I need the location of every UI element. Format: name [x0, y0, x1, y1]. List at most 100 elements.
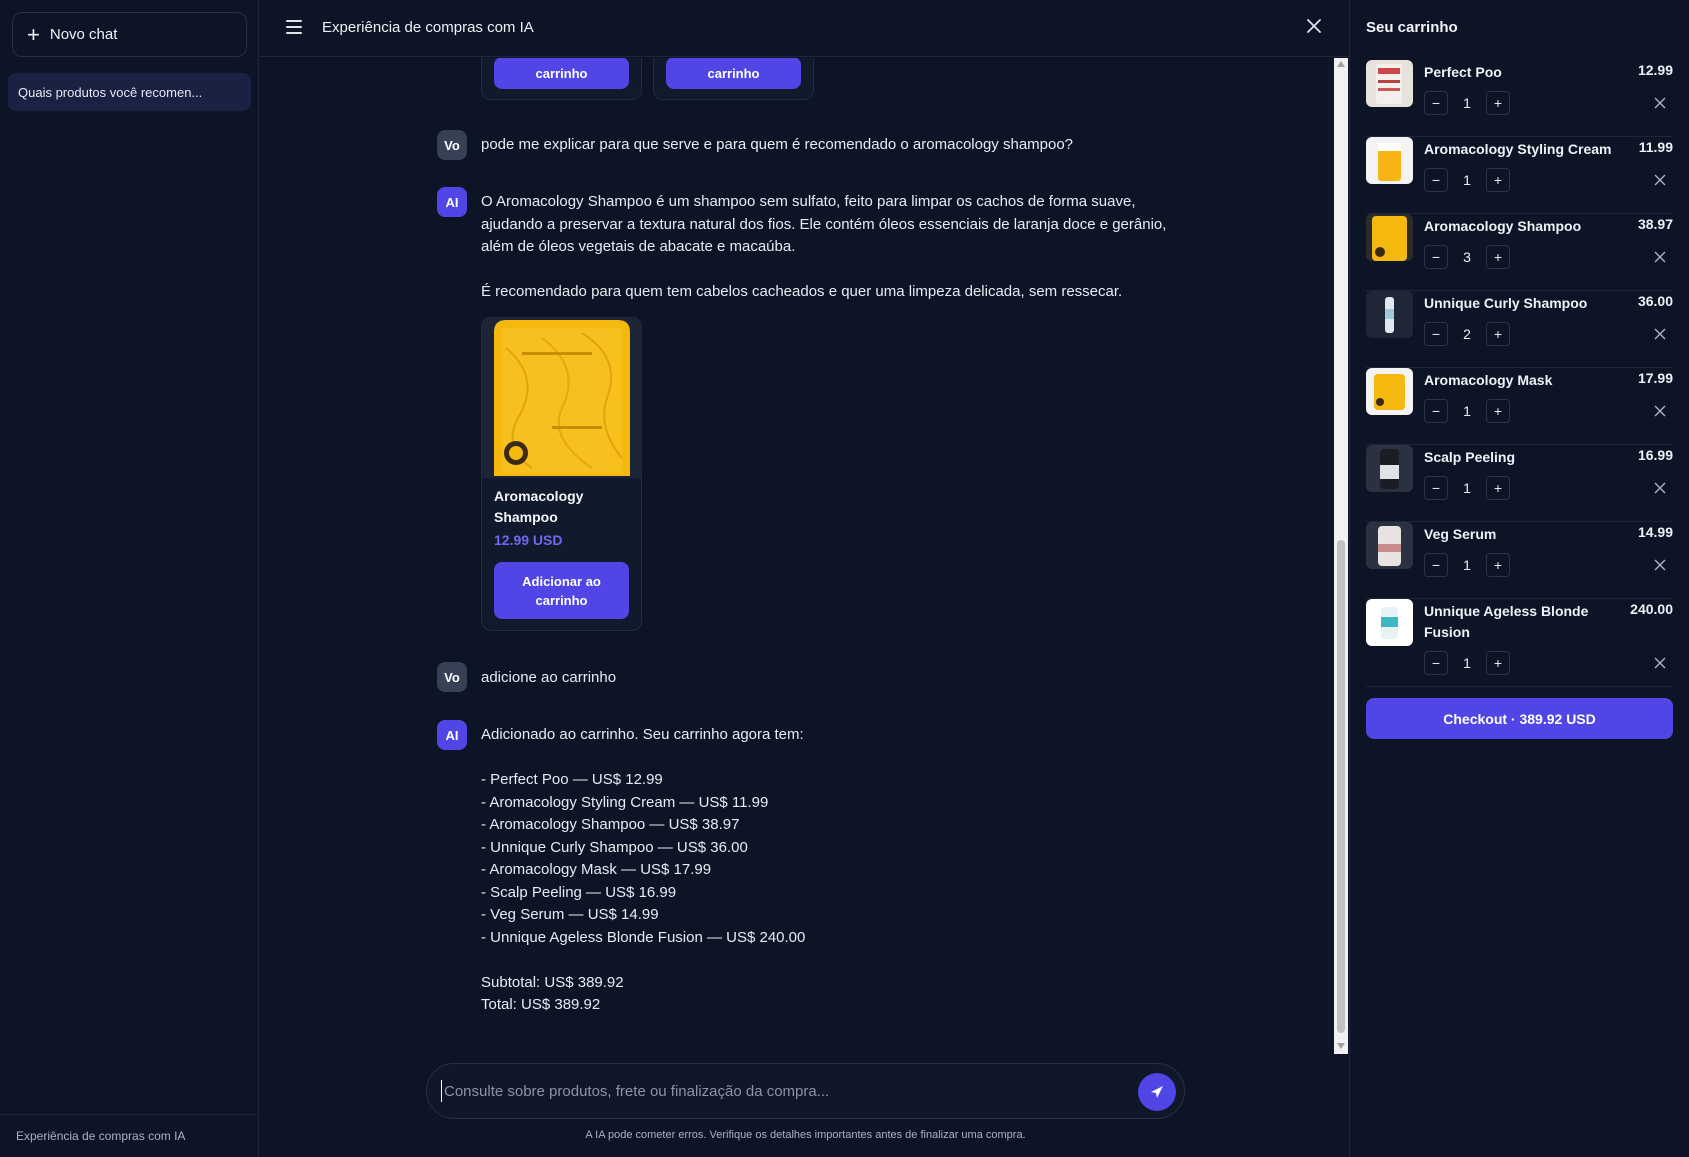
- cart-list-line: - Aromacology Mask — US$ 17.99: [481, 861, 712, 878]
- quantity-value: 1: [1463, 557, 1471, 573]
- decrement-button[interactable]: −: [1424, 168, 1448, 192]
- cart-item: Scalp Peeling 16.99 − 1 +: [1366, 445, 1673, 522]
- increment-button[interactable]: +: [1486, 399, 1510, 423]
- product-thumbnail: [1366, 291, 1413, 338]
- total-line: Total: US$ 389.92: [481, 996, 601, 1013]
- checkout-button[interactable]: Checkout · 389.92 USD: [1366, 698, 1673, 739]
- user-message: pode me explicar para que serve e para q…: [481, 136, 1074, 153]
- plus-icon: +: [27, 21, 40, 47]
- decrement-button[interactable]: −: [1424, 322, 1448, 346]
- product-card: carrinho: [481, 58, 642, 100]
- decrement-button[interactable]: −: [1424, 651, 1448, 675]
- cart-item-price: 36.00: [1637, 293, 1673, 309]
- remove-item-icon[interactable]: [1653, 96, 1667, 110]
- decrement-button[interactable]: −: [1424, 476, 1448, 500]
- message-line: ajudando a preservar a textura natural d…: [481, 215, 1167, 233]
- increment-button[interactable]: +: [1486, 651, 1510, 675]
- user-avatar: Vo: [437, 662, 467, 692]
- new-chat-button[interactable]: + Novo chat: [12, 12, 247, 57]
- cart-item-name: Unnique Curly Shampoo: [1424, 295, 1588, 311]
- chat-history-label: Quais produtos você recomen...: [18, 84, 203, 100]
- scroll-up-arrow-icon[interactable]: [1337, 61, 1345, 67]
- ai-avatar: AI: [437, 187, 467, 217]
- remove-item-icon[interactable]: [1653, 481, 1667, 495]
- cart-item: Aromacology Shampoo 38.97 − 3 +: [1366, 214, 1673, 291]
- message-composer: [426, 1063, 1185, 1119]
- chat-scrollbar[interactable]: [1334, 58, 1348, 1054]
- cart-list-line: - Aromacology Shampoo — US$ 38.97: [481, 816, 740, 833]
- menu-icon[interactable]: [286, 20, 302, 34]
- quantity-stepper: − 2 +: [1424, 322, 1510, 346]
- decrement-button[interactable]: −: [1424, 553, 1448, 577]
- cart-item-price: 16.99: [1637, 447, 1673, 463]
- chat-header: Experiência de compras com IA: [260, 0, 1349, 57]
- product-thumbnail: [1366, 445, 1413, 492]
- chat-messages: carrinho carrinho Vo pode me explicar pa…: [260, 58, 1334, 1054]
- cart-item-price: 17.99: [1637, 370, 1673, 386]
- product-thumbnail: [1366, 599, 1413, 646]
- quantity-value: 3: [1463, 249, 1471, 265]
- quantity-value: 1: [1463, 480, 1471, 496]
- cart-item-name: Aromacology Styling Cream: [1424, 141, 1612, 157]
- product-name: Aromacology Shampoo: [494, 488, 584, 525]
- close-icon[interactable]: [1305, 17, 1323, 35]
- quantity-value: 1: [1463, 95, 1471, 111]
- cart-item: Aromacology Styling Cream 11.99 − 1 +: [1366, 137, 1673, 214]
- chat-history-item[interactable]: Quais produtos você recomen...: [8, 73, 251, 111]
- remove-item-icon[interactable]: [1653, 656, 1667, 670]
- increment-button[interactable]: +: [1486, 476, 1510, 500]
- add-to-cart-button[interactable]: Adicionar ao carrinho: [494, 562, 629, 619]
- quantity-stepper: − 1 +: [1424, 553, 1510, 577]
- cart-item-name: Scalp Peeling: [1424, 449, 1516, 465]
- cart-item-price: 14.99: [1637, 524, 1673, 540]
- cart-title: Seu carrinho: [1366, 19, 1458, 36]
- message-line: O Aromacology Shampoo é um shampoo sem s…: [481, 193, 1136, 210]
- scrollbar-thumb[interactable]: [1337, 540, 1345, 1033]
- add-to-cart-button[interactable]: carrinho: [666, 58, 801, 89]
- remove-item-icon[interactable]: [1653, 173, 1667, 187]
- ai-avatar: AI: [437, 720, 467, 750]
- remove-item-icon[interactable]: [1653, 558, 1667, 572]
- increment-button[interactable]: +: [1486, 91, 1510, 115]
- product-image: [482, 318, 641, 478]
- product-card: Aromacology Shampoo 12.99 USD Adicionar …: [481, 317, 642, 631]
- cart-item-name: Aromacology Mask: [1424, 372, 1553, 388]
- disclaimer-text: A IA pode cometer erros. Verifique os de…: [585, 1129, 1026, 1141]
- remove-item-icon[interactable]: [1653, 404, 1667, 418]
- increment-button[interactable]: +: [1486, 168, 1510, 192]
- ai-message: Adicionado ao carrinho. Seu carrinho ago…: [481, 724, 1181, 1017]
- send-button[interactable]: [1138, 1073, 1176, 1111]
- quantity-stepper: − 1 +: [1424, 651, 1510, 675]
- product-thumbnail: [1366, 522, 1413, 569]
- product-price: 12.99 USD: [494, 532, 563, 548]
- quantity-stepper: − 3 +: [1424, 245, 1510, 269]
- page-title: Experiência de compras com IA: [322, 19, 534, 36]
- cart-list-line: - Unnique Ageless Blonde Fusion — US$ 24…: [481, 928, 806, 946]
- quantity-value: 1: [1463, 172, 1471, 188]
- decrement-button[interactable]: −: [1424, 399, 1448, 423]
- increment-button[interactable]: +: [1486, 553, 1510, 577]
- decrement-button[interactable]: −: [1424, 245, 1448, 269]
- quantity-value: 1: [1463, 655, 1471, 671]
- remove-item-icon[interactable]: [1653, 250, 1667, 264]
- cart-list-line: - Aromacology Styling Cream — US$ 11.99: [481, 793, 769, 811]
- message-line: É recomendado para quem tem cabelos cach…: [481, 283, 1123, 300]
- product-thumbnail: [1366, 214, 1413, 261]
- cart-item: Perfect Poo 12.99 − 1 +: [1366, 60, 1673, 137]
- product-thumbnail: [1366, 60, 1413, 107]
- new-chat-label: Novo chat: [49, 26, 118, 43]
- decrement-button[interactable]: −: [1424, 91, 1448, 115]
- remove-item-icon[interactable]: [1653, 327, 1667, 341]
- add-to-cart-button[interactable]: carrinho: [494, 58, 629, 89]
- cart-item: Unnique Curly Shampoo 36.00 − 2 +: [1366, 291, 1673, 368]
- user-message: adicione ao carrinho: [481, 669, 617, 686]
- cart-item-price: 11.99: [1638, 139, 1673, 155]
- message-input[interactable]: [441, 1080, 1121, 1102]
- increment-button[interactable]: +: [1486, 245, 1510, 269]
- cart-panel: Seu carrinho Perfect Poo 12.99 − 1 + Aro…: [1349, 0, 1689, 1157]
- increment-button[interactable]: +: [1486, 322, 1510, 346]
- scroll-down-arrow-icon[interactable]: [1337, 1043, 1345, 1049]
- cart-item-price: 240.00: [1630, 601, 1673, 617]
- cart-list-line: - Veg Serum — US$ 14.99: [481, 906, 659, 923]
- cart-item-name: Perfect Poo: [1424, 64, 1502, 80]
